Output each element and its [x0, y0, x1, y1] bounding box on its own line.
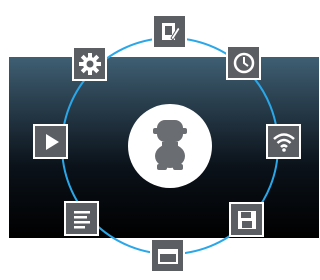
- app-tile-notes[interactable]: [152, 14, 187, 49]
- play-icon: [45, 133, 59, 150]
- wifi-icon: [272, 132, 295, 152]
- app-tile-save[interactable]: [229, 202, 264, 237]
- app-tile-clock[interactable]: [226, 45, 261, 80]
- app-tile-wifi[interactable]: [266, 124, 301, 159]
- pencil-note-icon: [161, 22, 181, 41]
- clock-icon: [233, 52, 254, 73]
- center-robot-button[interactable]: [128, 104, 212, 188]
- robot-icon: [153, 120, 187, 170]
- app-tile-document[interactable]: [64, 201, 99, 236]
- document-lines-icon: [73, 210, 90, 228]
- folder-icon: [157, 248, 178, 264]
- app-tile-folder[interactable]: [150, 238, 185, 273]
- app-tile-play[interactable]: [33, 124, 68, 159]
- gear-icon: [78, 52, 101, 75]
- app-tile-settings[interactable]: [72, 46, 107, 81]
- floppy-disk-icon: [237, 210, 256, 229]
